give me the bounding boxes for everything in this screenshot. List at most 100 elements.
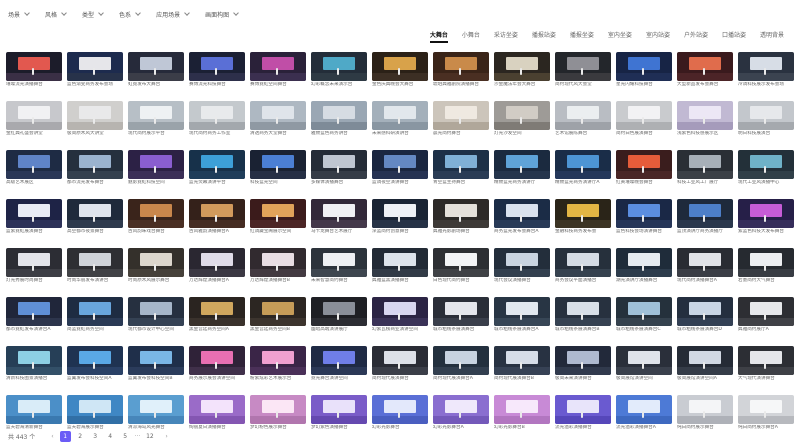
tab[interactable]: 透明背景	[760, 30, 784, 39]
template-card[interactable]: 流光溢彩演播舞台A	[616, 395, 672, 430]
tab[interactable]: 播报站姿	[532, 30, 556, 39]
template-card[interactable]: 极简原木风大讲堂	[67, 101, 123, 136]
template-card[interactable]: 赛博流光科技舞台	[189, 52, 245, 87]
template-card[interactable]: 白色现代简约舞台	[433, 248, 489, 283]
template-card[interactable]: 梦幻紫色演播舞台	[311, 395, 367, 430]
template-card[interactable]: 高空都市夜景舞台	[67, 199, 123, 234]
template-card[interactable]: 典雅简约展厅A	[738, 297, 794, 332]
template-card[interactable]: 大型新品发布会舞台	[677, 52, 733, 87]
page-number[interactable]: 2	[75, 431, 86, 442]
template-card[interactable]: 幻彩概念未来演示台	[311, 52, 367, 87]
page-number[interactable]: 1	[59, 430, 71, 442]
template-card[interactable]: 星光闪耀科技舞台	[616, 52, 672, 87]
template-card[interactable]: 现代简约展示平台	[128, 101, 184, 136]
template-card[interactable]: 梦幻粉色展示舞台	[250, 395, 306, 430]
template-card[interactable]: 红黄璀璨晚会舞台	[616, 150, 672, 185]
template-card[interactable]: 浅紫色科技感展示区	[677, 101, 733, 136]
tab[interactable]: 口播站姿	[722, 30, 746, 39]
template-card[interactable]: 万达辉煌演播舞台B	[250, 248, 306, 283]
template-card[interactable]: 沙金魔法年会大舞台	[494, 52, 550, 87]
prev-page-icon[interactable]: ‹	[51, 433, 53, 440]
tab[interactable]: 户外站姿	[684, 30, 708, 39]
template-card[interactable]: 金融科技商务发布会	[555, 199, 611, 234]
filter-dropdown[interactable]: 场景	[8, 10, 30, 19]
tab[interactable]: 小舞台	[462, 30, 480, 39]
page-last[interactable]: 12	[144, 431, 155, 442]
template-card[interactable]: 简蓝霓虹商务空间	[67, 297, 123, 332]
template-card[interactable]: 晨光简约舞台	[433, 101, 489, 136]
template-card[interactable]: 时尚华丽发布演讲台	[67, 248, 123, 283]
template-card[interactable]: 湖光演讲厅演播舞台	[616, 248, 672, 283]
template-card[interactable]: 紫蓝色科技大发布舞台	[738, 199, 794, 234]
template-card[interactable]: 城市粗线条展演舞台	[433, 297, 489, 332]
template-card[interactable]: 商务会议平面演播台	[555, 248, 611, 283]
template-card[interactable]: 科技工业风工厂展厅	[677, 150, 733, 185]
template-card[interactable]: 金红典礼盛会讲堂	[6, 101, 62, 136]
tab[interactable]: 播报坐姿	[570, 30, 594, 39]
template-card[interactable]: 城市粗线条展演舞台D	[677, 297, 733, 332]
next-page-icon[interactable]: ›	[165, 433, 167, 440]
template-card[interactable]: 雅致蓝色商务讲台	[311, 101, 367, 136]
template-card[interactable]: 古风雅韵演播舞台A	[189, 199, 245, 234]
template-card[interactable]: 多媒体演播舞台	[311, 150, 367, 185]
template-card[interactable]: 粉紫炫彩艺术展示台	[250, 346, 306, 381]
tab[interactable]: 采访坐姿	[494, 30, 518, 39]
template-card[interactable]: 现代都市设计中心空间	[128, 297, 184, 332]
template-card[interactable]: 未来智慧简约舞台	[311, 248, 367, 283]
template-card[interactable]: 艺术馆展陈舞台	[555, 101, 611, 136]
template-card[interactable]: 绚丽夏日演播舞台	[189, 395, 245, 430]
template-card[interactable]: 赛博霓虹空间舞台	[250, 52, 306, 87]
tab[interactable]: 大舞台	[429, 30, 448, 43]
template-card[interactable]: 现代工业风演播中心	[738, 150, 794, 185]
template-card[interactable]: 蓝调夜空演讲舞台	[372, 150, 428, 185]
page-number[interactable]: 5	[120, 431, 131, 442]
template-card[interactable]: 万达辉煌演播舞台A	[189, 248, 245, 283]
template-card[interactable]: 高级艺术展区	[6, 150, 62, 185]
template-card[interactable]: 幻彩光影舞台	[372, 395, 428, 430]
tab[interactable]: 室内站姿	[646, 30, 670, 39]
template-card[interactable]: 简约白色展演舞台	[616, 101, 672, 136]
template-card[interactable]: 现代简约演播舞台A	[677, 248, 733, 283]
template-card[interactable]: 若墨简约大气舞台	[738, 248, 794, 283]
page-number[interactable]: 3	[90, 431, 101, 442]
filter-dropdown[interactable]: 类型	[82, 10, 104, 19]
template-card[interactable]: 幻彩光影舞台B	[494, 395, 550, 430]
template-card[interactable]: 清透商务大堂舞台	[250, 101, 306, 136]
template-card[interactable]: 红调藏宝阁展示空间	[250, 199, 306, 234]
template-card[interactable]: 现代简约商务工作室	[189, 101, 245, 136]
template-card[interactable]: 精致蓝光商务演讲厅	[494, 150, 550, 185]
template-card[interactable]: 灯光沙发空间	[494, 101, 550, 136]
filter-dropdown[interactable]: 画面构图	[205, 10, 239, 19]
template-card[interactable]: 流光溢彩演播舞台	[555, 395, 611, 430]
template-card[interactable]: 霓光舞台演讲空间	[311, 346, 367, 381]
template-card[interactable]: 未来感科研演讲台	[372, 101, 428, 136]
template-card[interactable]: 魅影霓虹科技空间	[128, 150, 184, 185]
template-card[interactable]: 蓝紫霓虹展演舞台	[6, 199, 62, 234]
template-card[interactable]: 冷调科技展示发布会场	[738, 52, 794, 87]
template-card[interactable]: 深蓝简约创意舞台	[372, 199, 428, 234]
template-card[interactable]: 纯白简约展示舞台	[677, 395, 733, 430]
template-card[interactable]: 简约现代展演舞台A	[433, 346, 489, 381]
template-card[interactable]: 蓝色渐变商务发布会场	[67, 52, 123, 87]
template-card[interactable]: 蓝天碧海清新舞台	[6, 395, 62, 430]
page-number[interactable]: 4	[105, 431, 116, 442]
template-card[interactable]: 明日科技展演台	[738, 101, 794, 136]
template-card[interactable]: 城市粗线条展演舞台A	[494, 297, 550, 332]
template-card[interactable]: 古风韵味戏台舞台	[128, 199, 184, 234]
template-card[interactable]: 蓝翼发布会科技空间A	[67, 346, 123, 381]
template-card[interactable]: 蓝顶演讲厅商务演播厅	[677, 199, 733, 234]
template-card[interactable]: 极简未来演讲舞台	[555, 346, 611, 381]
template-card[interactable]: 都市流光发布舞台	[67, 150, 123, 185]
template-card[interactable]: 极简展馆演讲空间A	[677, 346, 733, 381]
template-card[interactable]: 城市粗线条展演舞台B	[555, 297, 611, 332]
template-card[interactable]: 马卡龙舞台艺术展厅	[311, 199, 367, 234]
template-card[interactable]: 商务展示展会演讲空间	[189, 346, 245, 381]
template-card[interactable]: 琥珀典雅剧院演播舞台	[433, 52, 489, 87]
template-card[interactable]: 蓝色科技会场演讲舞台	[616, 199, 672, 234]
template-card[interactable]: 金色庆典晚会大舞台	[372, 52, 428, 87]
template-card[interactable]: 青空蓝主持舞台	[433, 150, 489, 185]
template-card[interactable]: 简约现代风大会堂	[555, 52, 611, 87]
template-card[interactable]: 黑金宫廷商务空间B	[250, 297, 306, 332]
template-card[interactable]: 简约现代展演舞台	[372, 346, 428, 381]
template-card[interactable]: 蓝光荧幕演讲平台	[189, 150, 245, 185]
